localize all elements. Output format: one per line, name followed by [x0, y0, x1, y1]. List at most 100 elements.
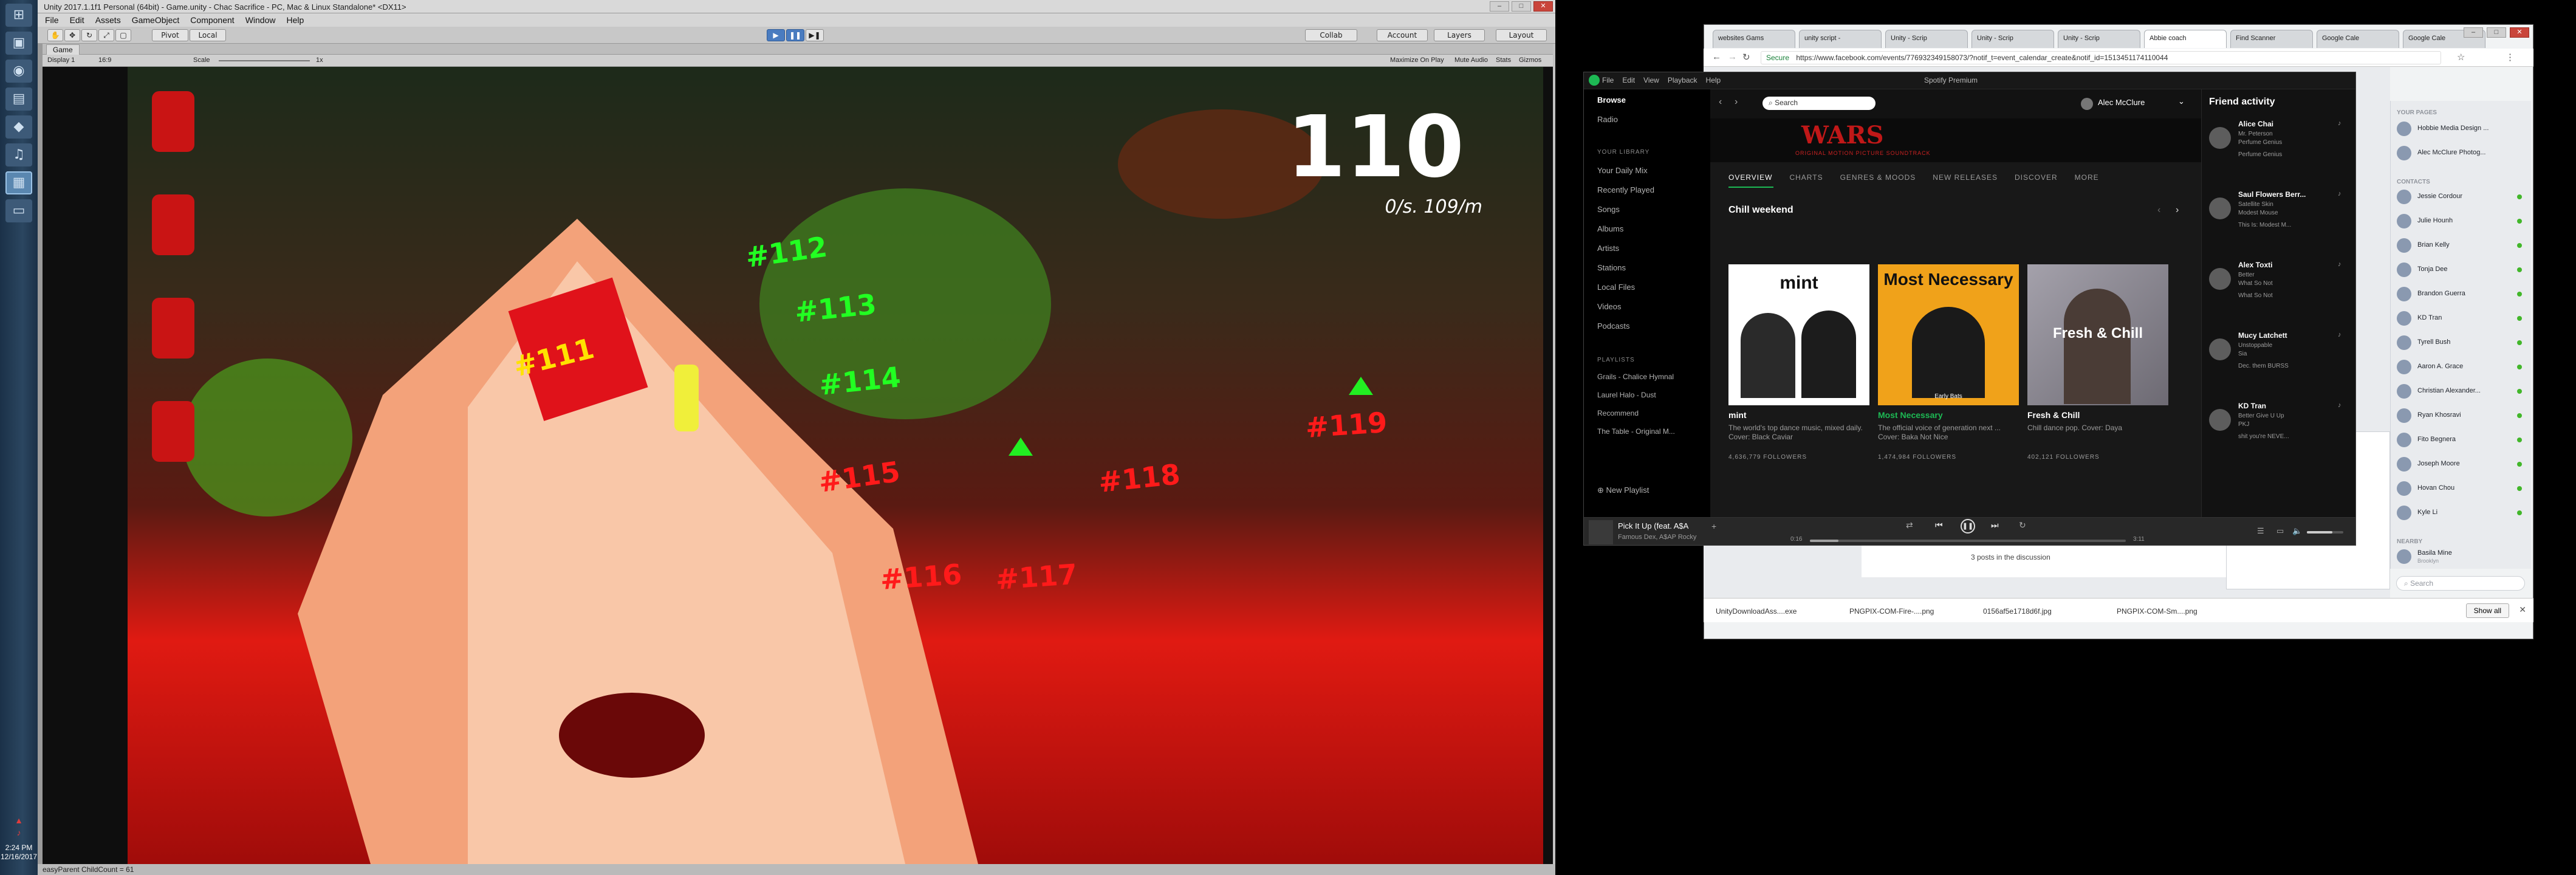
- promo-banner[interactable]: WARS ORIGINAL MOTION PICTURE SOUNDTRACK: [1710, 118, 2201, 162]
- forward-icon[interactable]: ›: [1735, 97, 1738, 108]
- friend-activity-item[interactable]: KD Tran Better Give U Up PKJ shit you're NE…: [2209, 402, 2349, 467]
- browse-tab[interactable]: OVERVIEW: [1728, 173, 1772, 182]
- account-dropdown[interactable]: Account: [1377, 29, 1428, 41]
- pause-button-icon[interactable]: ❚❚: [786, 29, 804, 41]
- taskbar-clock[interactable]: 2:24 PM 12/16/2017: [0, 843, 38, 862]
- next-icon[interactable]: ⏭: [1991, 520, 1999, 530]
- spotify-menu-item[interactable]: Edit: [1622, 76, 1635, 84]
- pause-icon[interactable]: ❚❚: [1961, 519, 1975, 534]
- browser-tab[interactable]: Google Cale: [2317, 30, 2399, 48]
- local-toggle[interactable]: Local: [190, 29, 226, 41]
- browse-tab[interactable]: MORE: [2075, 173, 2099, 182]
- maximize-on-play-toggle[interactable]: Maximize On Play: [1390, 57, 1444, 64]
- menu-assets[interactable]: Assets: [95, 15, 121, 25]
- chrome-taskbar-icon[interactable]: ◉: [5, 60, 32, 83]
- gizmos-toggle[interactable]: Gizmos: [1519, 57, 1541, 64]
- card-title[interactable]: mint: [1728, 410, 1747, 420]
- move-tool-icon[interactable]: ✥: [64, 29, 80, 41]
- volume-slider[interactable]: [2307, 531, 2343, 534]
- library-item[interactable]: Stations: [1597, 263, 1626, 272]
- terminal-icon[interactable]: ▭: [5, 199, 32, 222]
- folder-icon[interactable]: ▤: [5, 88, 32, 111]
- browser-tab[interactable]: Abbie coach: [2144, 30, 2227, 48]
- back-arrow-icon[interactable]: ←: [1712, 52, 1721, 62]
- contact-item[interactable]: KD Tran: [2397, 309, 2526, 328]
- rotate-tool-icon[interactable]: ↻: [81, 29, 97, 41]
- browser-tab[interactable]: Unity - Scrip: [1885, 30, 1968, 48]
- friend-activity-item[interactable]: Alice Chai Mr. Peterson Perfume Genius Perf…: [2209, 120, 2349, 185]
- spotify-menu-item[interactable]: View: [1643, 76, 1659, 84]
- track-artist[interactable]: Famous Dex, A$AP Rocky: [1618, 534, 1696, 541]
- library-item[interactable]: Recently Played: [1597, 185, 1654, 194]
- show-all-button[interactable]: Show all: [2465, 603, 2509, 618]
- browse-tab[interactable]: DISCOVER: [2015, 173, 2058, 182]
- step-button-icon[interactable]: ▶❚: [806, 29, 824, 41]
- close-download-bar-icon[interactable]: ✕: [2519, 605, 2526, 615]
- volume-icon[interactable]: 🔈: [2292, 526, 2302, 536]
- browser-tab[interactable]: unity script -: [1799, 30, 1882, 48]
- contact-item[interactable]: Jessie Cordour: [2397, 187, 2526, 207]
- devices-icon[interactable]: ▭: [2276, 526, 2284, 536]
- contact-item[interactable]: Aaron A. Grace: [2397, 357, 2526, 377]
- friend-activity-item[interactable]: Mucy Latchett Unstoppable Sia Dec. them BUR…: [2209, 331, 2349, 397]
- layout-dropdown[interactable]: Layout: [1496, 29, 1547, 41]
- shuffle-icon[interactable]: ⇄: [1906, 520, 1913, 530]
- star-icon[interactable]: ☆: [2457, 52, 2465, 63]
- spotify-search-input[interactable]: ⌕ Search: [1762, 97, 1875, 110]
- spotify-taskbar-icon[interactable]: ♫: [5, 143, 32, 166]
- page-item[interactable]: Alec McClure Photog...: [2397, 143, 2526, 163]
- previous-icon[interactable]: ⏮: [1935, 520, 1943, 530]
- card-title[interactable]: Most Necessary: [1878, 410, 1943, 420]
- spotify-menu-item[interactable]: Playback: [1668, 76, 1697, 84]
- friend-activity-item[interactable]: Alex Toxti Better What So Not What So Not ♪: [2209, 261, 2349, 326]
- download-item[interactable]: UnityDownloadAss....exe: [1711, 603, 1838, 619]
- reload-icon[interactable]: ↻: [1742, 52, 1750, 63]
- chrome-close-button[interactable]: ✕: [2510, 27, 2529, 38]
- download-item[interactable]: PNGPIX-COM-Sm....png: [2112, 603, 2239, 619]
- repeat-icon[interactable]: ↻: [2019, 520, 2026, 530]
- nav-browse[interactable]: Browse: [1597, 95, 1626, 105]
- add-track-icon[interactable]: +: [1711, 521, 1716, 531]
- friend-activity-item[interactable]: Saul Flowers Berr... Satellite Skin Modest…: [2209, 190, 2349, 256]
- library-item[interactable]: Albums: [1597, 224, 1623, 233]
- page-item[interactable]: Hobbie Media Design ...: [2397, 119, 2526, 139]
- library-item[interactable]: Artists: [1597, 244, 1619, 253]
- browse-tab[interactable]: CHARTS: [1789, 173, 1823, 182]
- card-title[interactable]: Fresh & Chill: [2027, 410, 2080, 420]
- chrome-menu-icon[interactable]: ⋮: [2506, 52, 2515, 63]
- chevron-down-icon[interactable]: ⌄: [2178, 97, 2185, 106]
- menu-gameobject[interactable]: GameObject: [132, 15, 180, 25]
- game-view[interactable]: 110 0/s. 109/m #111 #112 #113 #114 #115 #116 #…: [43, 67, 1553, 864]
- contact-item[interactable]: Christian Alexander...: [2397, 382, 2526, 401]
- file-explorer-icon[interactable]: ▣: [5, 32, 32, 55]
- menu-component[interactable]: Component: [190, 15, 234, 25]
- active-app-icon[interactable]: ▦: [5, 171, 32, 194]
- chrome-minimize-button[interactable]: –: [2464, 27, 2483, 38]
- contact-item[interactable]: Brandon Guerra: [2397, 284, 2526, 304]
- playlist-card-most-necessary[interactable]: Most Necessary Early Bats: [1878, 264, 2019, 405]
- playlist-card-fresh-chill[interactable]: Fresh & Chill: [2027, 264, 2168, 405]
- contact-item[interactable]: Hovan Chou: [2397, 479, 2526, 498]
- nearby-contact[interactable]: Basila Mine Brooklyn: [2397, 547, 2526, 566]
- menu-file[interactable]: File: [45, 15, 59, 25]
- back-icon[interactable]: ‹: [1719, 97, 1722, 108]
- queue-icon[interactable]: ☰: [2257, 526, 2264, 536]
- nav-radio[interactable]: Radio: [1597, 115, 1618, 124]
- contact-item[interactable]: Fito Begnera: [2397, 430, 2526, 450]
- browser-tab[interactable]: websites Gams: [1713, 30, 1795, 48]
- tab-game[interactable]: Game: [46, 44, 80, 55]
- library-item[interactable]: Podcasts: [1597, 321, 1629, 331]
- browser-tab[interactable]: Unity - Scrip: [1971, 30, 2054, 48]
- scale-slider[interactable]: [219, 60, 310, 61]
- carousel-next-icon[interactable]: ›: [2176, 205, 2179, 216]
- aspect-dropdown[interactable]: 16:9: [98, 57, 111, 64]
- chrome-maximize-button[interactable]: □: [2487, 27, 2506, 38]
- library-item[interactable]: Your Daily Mix: [1597, 166, 1648, 175]
- rect-tool-icon[interactable]: ▢: [115, 29, 131, 41]
- playlist-item[interactable]: Recommend: [1597, 409, 1639, 417]
- browse-tab[interactable]: NEW RELEASES: [1933, 173, 1998, 182]
- layers-dropdown[interactable]: Layers: [1434, 29, 1485, 41]
- mute-audio-toggle[interactable]: Mute Audio: [1454, 57, 1488, 64]
- carousel-prev-icon[interactable]: ‹: [2157, 205, 2160, 216]
- unity-taskbar-icon[interactable]: ◆: [5, 115, 32, 139]
